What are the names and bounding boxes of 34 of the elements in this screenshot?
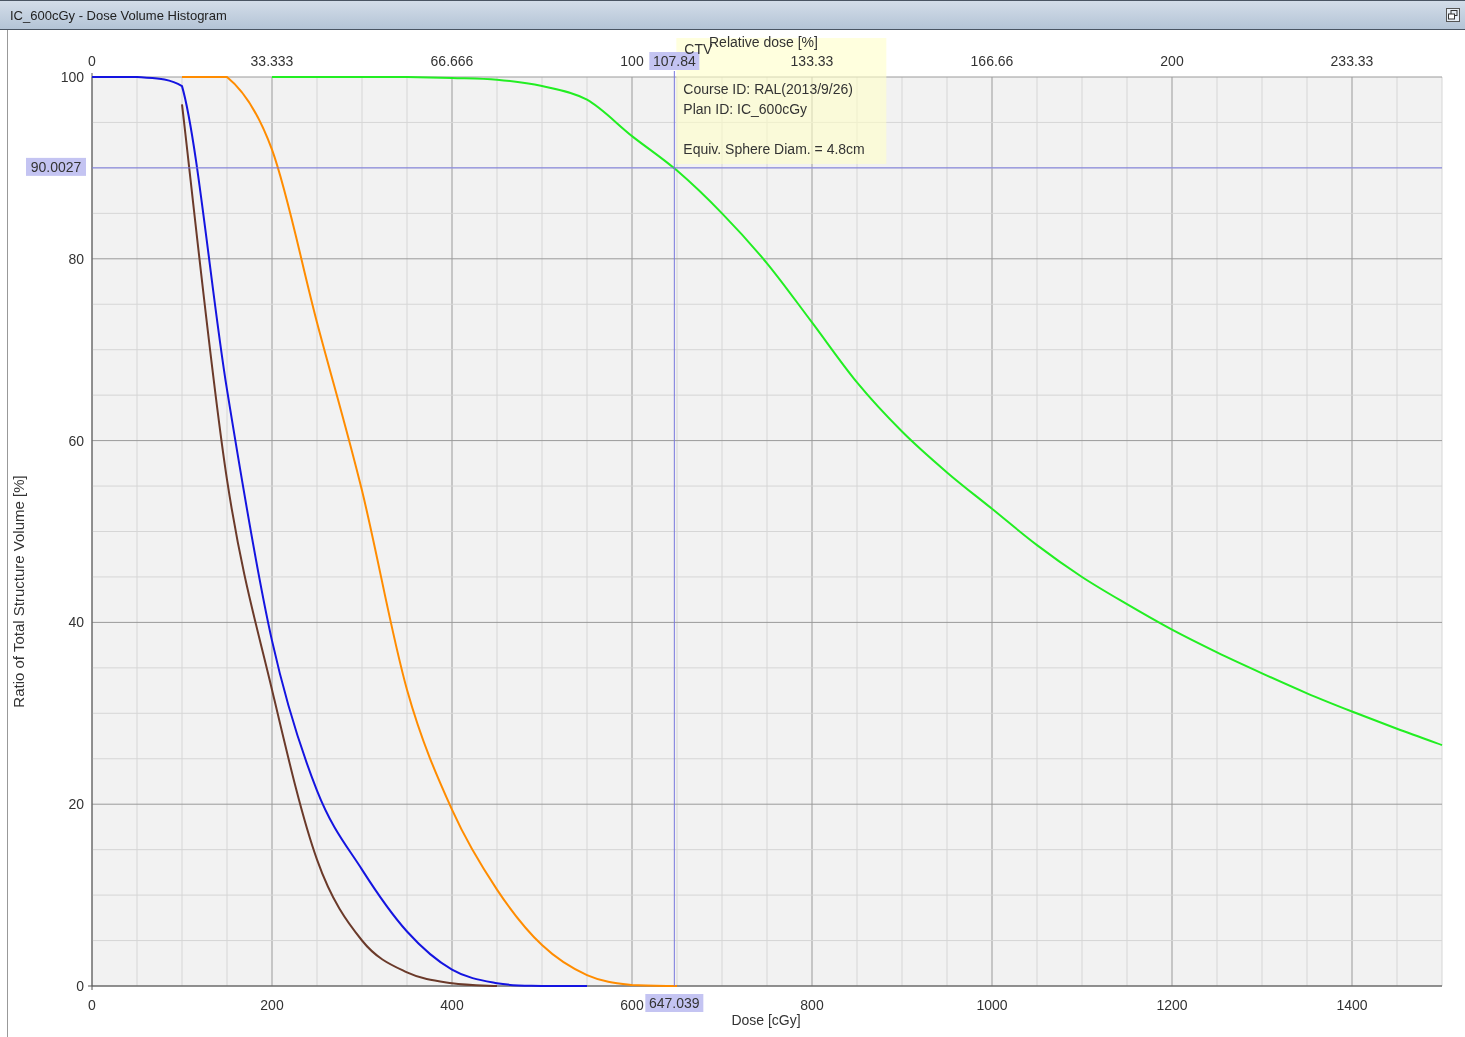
top-tick-label: 0 xyxy=(88,53,96,69)
top-tick-label: 166.66 xyxy=(970,53,1014,69)
y-tick-label: 100 xyxy=(60,69,84,85)
top-tick-label: 233.33 xyxy=(1330,53,1374,69)
tooltip-text: Course ID: RAL(2013/9/26) xyxy=(683,81,853,97)
x-tick-label: 1200 xyxy=(1156,997,1188,1013)
x-tick-label: 600 xyxy=(620,997,644,1013)
top-tick-label: 33.333 xyxy=(250,53,294,69)
top-tick-label: 100 xyxy=(620,53,644,69)
top-tick-label: 66.666 xyxy=(430,53,474,69)
cursor-line[interactable] xyxy=(673,70,675,987)
window-title: IC_600cGy - Dose Volume Histogram xyxy=(10,8,227,22)
x-axis-title: Dose [cGy] xyxy=(731,1012,801,1028)
x-tick-label: 0 xyxy=(88,997,96,1013)
x-tick-label: 400 xyxy=(440,997,464,1013)
y-tick-label: 40 xyxy=(68,614,84,631)
x-tick-label: 1000 xyxy=(976,997,1008,1013)
x-tick-label: 1400 xyxy=(1336,997,1368,1013)
restore-icon xyxy=(1446,8,1460,22)
cursor-line[interactable] xyxy=(91,167,1443,169)
tooltip-text: Plan ID: IC_600cGy xyxy=(683,101,808,117)
y-tick-label: 20 xyxy=(68,796,84,813)
cursor-readout: 90.0027 xyxy=(26,157,86,176)
x-tick-label: 200 xyxy=(260,997,284,1013)
x-tick-label: 800 xyxy=(800,997,824,1013)
cursor-readout: 647.039 xyxy=(645,994,704,1012)
y-tick-label: 80 xyxy=(68,250,84,267)
tooltip-text: Equiv. Sphere Diam. = 4.8cm xyxy=(683,141,865,157)
top-tick-label: 133.33 xyxy=(790,53,834,69)
y-tick-label: 60 xyxy=(68,432,84,449)
top-tick-label: 200 xyxy=(1160,53,1184,69)
restore-button[interactable] xyxy=(1445,7,1461,23)
y-tick-label: 0 xyxy=(76,978,84,994)
y-axis-title: Ratio of Total Structure Volume [%] xyxy=(10,475,27,708)
